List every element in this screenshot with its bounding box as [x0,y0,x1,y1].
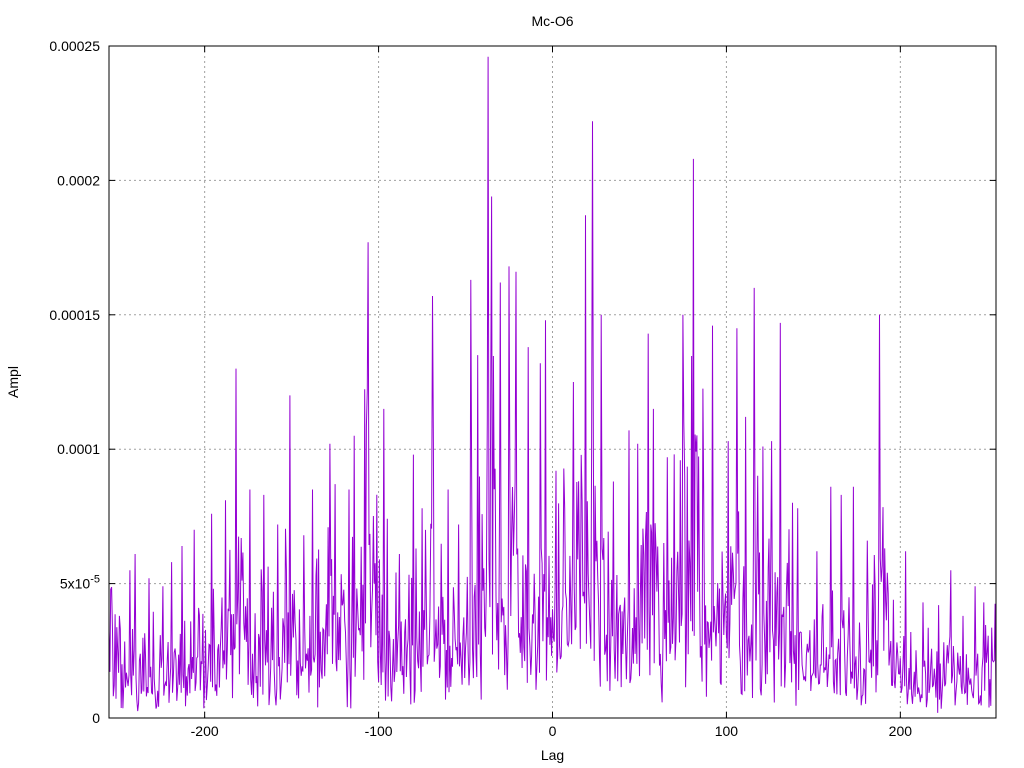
x-tick-label: 200 [889,723,913,739]
chart-title: Mc-O6 [532,13,574,29]
x-tick-label: -100 [365,723,393,739]
y-axis-label: Ampl [5,366,21,398]
y-tick-label: 0.00015 [49,307,100,323]
x-axis-label: Lag [541,747,564,763]
y-tick-label: 0.0001 [57,441,100,457]
chart-canvas: -200 -100 0 100 200 0 5x10-5 0.0001 0.00015 0.000… [5,13,997,763]
series-line [108,56,997,713]
x-tick-label: -200 [191,723,219,739]
y-tick-label: 5x10-5 [60,574,100,592]
x-tick-label: 0 [549,723,557,739]
y-tick-label: 0.0002 [57,172,100,188]
series-line-group [108,56,997,713]
x-tick-label: 100 [715,723,739,739]
y-tick-label: 0 [92,710,100,726]
y-tick-label: 0.00025 [49,38,100,54]
